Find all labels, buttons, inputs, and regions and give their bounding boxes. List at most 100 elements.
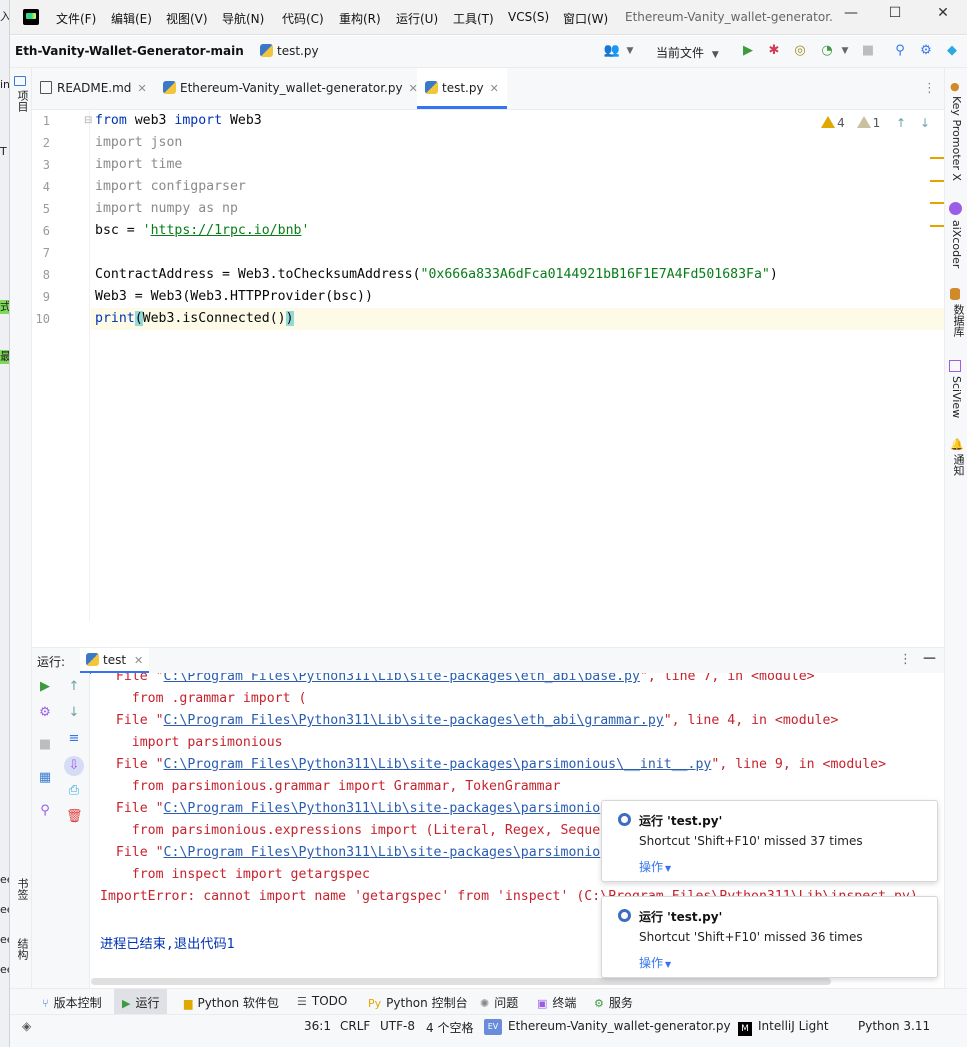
warning-mark[interactable] (930, 225, 944, 227)
clear-all-icon[interactable]: 🗑 (66, 809, 83, 825)
more-tabs-icon[interactable]: ⋮ (923, 81, 936, 96)
hide-panel-icon[interactable]: — (923, 651, 936, 666)
theme-widget[interactable]: M IntelliJ Light (738, 1019, 829, 1036)
notification-message: Shortcut 'Shift+F10' missed 37 times (639, 834, 863, 848)
warning-mark[interactable] (930, 202, 944, 204)
edge-char: ee (0, 873, 9, 886)
previous-highlight-icon[interactable]: ↑ (896, 116, 906, 130)
line-separator[interactable]: CRLF (340, 1019, 370, 1033)
key-promoter-gear-icon (618, 813, 631, 826)
coverage-icon[interactable]: ◎ (791, 44, 809, 58)
file-link: C:\Program Files\Python311\Lib\site-pack… (163, 673, 640, 684)
notifications-tool[interactable]: 通知 (950, 454, 966, 476)
tool-services[interactable]: ⚙ 服务 (594, 994, 633, 1011)
close-tab-icon[interactable]: ✕ (490, 82, 499, 95)
soft-wrap-icon[interactable]: ≡ (66, 731, 82, 747)
code-line-3: import time (95, 157, 183, 172)
minimize-button[interactable]: — (836, 5, 866, 21)
tab-test[interactable]: test.py ✕ (417, 68, 507, 109)
menu-navigate[interactable]: 导航(N) (222, 10, 264, 27)
notification-balloon[interactable]: 运行 'test.py' Shortcut 'Shift+F10' missed… (601, 896, 938, 978)
file-encoding[interactable]: UTF-8 (380, 1019, 415, 1033)
run-config-select[interactable]: 当前文件 ▼ (656, 44, 719, 61)
project-folder-icon[interactable] (14, 76, 26, 86)
menu-run[interactable]: 运行(U) (396, 10, 438, 27)
options-icon[interactable]: ⋮ (899, 652, 912, 667)
notification-actions-link[interactable]: 操作 ▼ (639, 858, 671, 875)
menu-edit[interactable]: 编辑(E) (111, 10, 152, 27)
notification-actions-link[interactable]: 操作 ▼ (639, 954, 671, 971)
tool-run[interactable]: ▶ 运行 (114, 989, 168, 1014)
file-link: C:\Program Files\Python311\Lib\site-pack… (163, 845, 601, 860)
horizontal-scrollbar[interactable] (91, 978, 831, 985)
tool-python-packages[interactable]: ▆ Python 软件包 (184, 994, 279, 1011)
indent-setting[interactable]: 4 个空格 (426, 1019, 473, 1036)
edge-char: T (0, 145, 7, 158)
run-icon[interactable]: ▶ (739, 44, 757, 58)
close-window-button[interactable]: ✕ (928, 5, 958, 21)
menu-file[interactable]: 文件(F) (56, 10, 96, 27)
stop-icon[interactable]: ■ (37, 737, 53, 753)
console-line: from inspect import getargspec (100, 867, 370, 882)
breadcrumb-project[interactable]: Eth-Vanity-Wallet-Generator-main (15, 44, 244, 58)
scroll-down-icon[interactable]: ↓ (66, 705, 82, 721)
debug-bug-icon[interactable]: ✱ (765, 44, 783, 58)
tab-generator[interactable]: Ethereum-Vanity_wallet-generator.py ✕ (155, 68, 426, 109)
run-settings-gear-icon[interactable]: ⚙ (37, 705, 53, 721)
left-tool-stripe: 项目 书签 结构 (10, 68, 32, 988)
tab-label: test.py (442, 81, 484, 95)
print-icon[interactable]: ⎙ (66, 783, 82, 799)
menu-tools[interactable]: 工具(T) (453, 10, 494, 27)
project-tool-label[interactable]: 项目 (14, 90, 30, 112)
users-icon[interactable]: 👥 (603, 44, 621, 58)
maximize-button[interactable]: ☐ (880, 5, 910, 21)
settings-gear-icon[interactable]: ⚙ (917, 44, 935, 58)
python-interpreter[interactable]: Python 3.11 (858, 1019, 930, 1033)
tool-terminal[interactable]: ▣ 终端 (537, 994, 576, 1011)
exit-message: 进程已结束,退出代码1 (100, 937, 235, 952)
chevron-down-icon[interactable]: ▼ (621, 44, 639, 58)
python-icon (425, 81, 438, 94)
menu-window[interactable]: 窗口(W) (563, 10, 608, 27)
inspection-widget[interactable]: 4 1 ↑ ↓ (821, 116, 930, 130)
warning-mark[interactable] (930, 180, 944, 182)
close-tab-icon[interactable]: ✕ (134, 654, 143, 667)
warning-mark[interactable] (930, 157, 944, 159)
menu-vcs[interactable]: VCS(S) (508, 10, 549, 24)
stop-icon[interactable]: ■ (859, 44, 877, 58)
project-widget[interactable]: EV Ethereum-Vanity_wallet-generator.py (484, 1019, 731, 1035)
pin-icon[interactable]: ⚲ (37, 803, 53, 819)
profile-icon[interactable]: ◔ (818, 44, 836, 58)
menu-view[interactable]: 视图(V) (166, 10, 208, 27)
key-promoter-x-tool[interactable]: Key Promoter X (950, 96, 963, 181)
notification-balloon[interactable]: 运行 'test.py' Shortcut 'Shift+F10' missed… (601, 800, 938, 882)
scroll-up-icon[interactable]: ↑ (66, 679, 82, 695)
breadcrumb-file[interactable]: test.py (260, 44, 319, 58)
next-highlight-icon[interactable]: ↓ (920, 116, 930, 130)
sciview-tool[interactable]: SciView (950, 376, 963, 418)
scroll-to-end-icon[interactable]: ⇩ (64, 756, 84, 776)
layout-icon[interactable]: ▦ (37, 770, 53, 786)
code-editor[interactable]: 1 2 3 4 5 6 7 8 9 10 ⊟ from web3 import … (32, 111, 944, 621)
database-tool[interactable]: 数据库 (950, 304, 966, 337)
plugin-icon[interactable]: ◆ (943, 44, 961, 58)
tool-python-console[interactable]: Py Python 控制台 (368, 994, 468, 1011)
caret-position[interactable]: 36:1 (304, 1019, 331, 1033)
weak-warning-icon (856, 116, 871, 128)
close-tab-icon[interactable]: ✕ (137, 82, 146, 95)
tool-todo[interactable]: ☰ TODO (297, 994, 347, 1008)
tool-problems[interactable]: ✺ 问题 (480, 994, 518, 1011)
layers-icon[interactable]: ◈ (22, 1019, 31, 1033)
chevron-down-icon[interactable]: ▼ (836, 44, 854, 58)
search-icon[interactable]: ⚲ (891, 44, 909, 58)
structure-tool-label[interactable]: 结构 (14, 938, 30, 960)
tab-readme[interactable]: README.md ✕ (32, 68, 155, 109)
aixcoder-tool[interactable]: aiXcoder (950, 220, 963, 268)
menu-code[interactable]: 代码(C) (282, 10, 324, 27)
run-tab-test[interactable]: test ✕ (80, 648, 150, 674)
rerun-icon[interactable]: ▶ (37, 679, 53, 695)
tool-version-control[interactable]: ⑂ 版本控制 (42, 994, 102, 1011)
bookmarks-tool-label[interactable]: 书签 (14, 878, 30, 900)
menu-refactor[interactable]: 重构(R) (339, 10, 381, 27)
fold-icon[interactable]: ⊟ (84, 115, 92, 126)
